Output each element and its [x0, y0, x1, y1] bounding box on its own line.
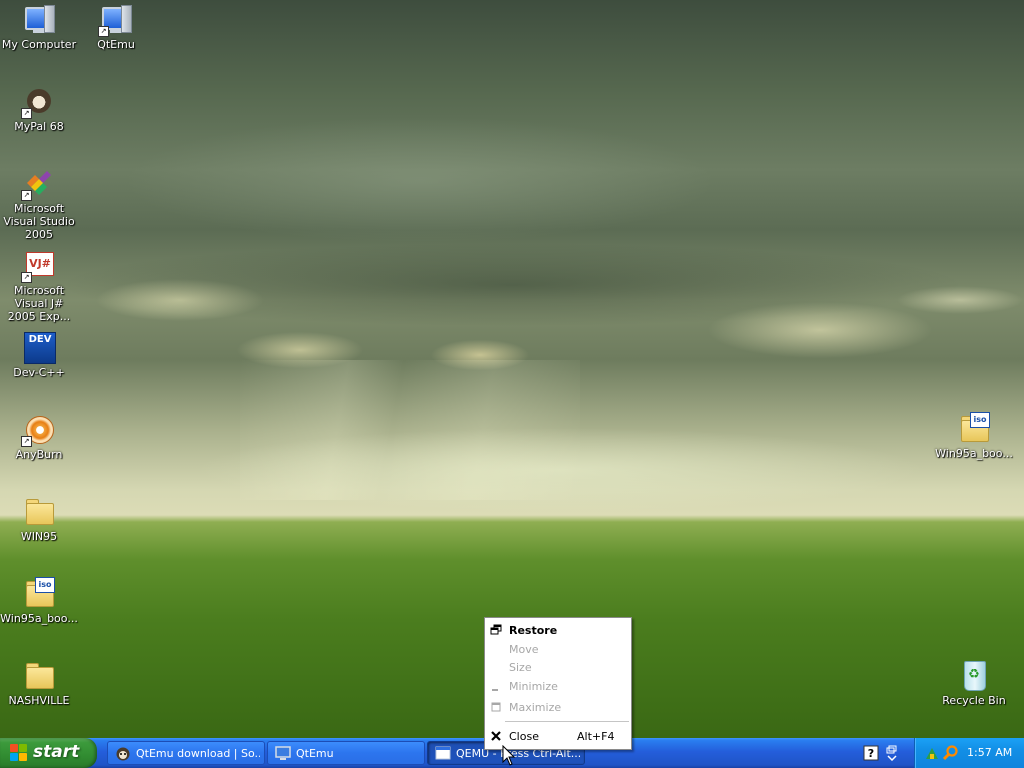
network-tray-icon[interactable] [924, 745, 940, 761]
svg-text:?: ? [868, 747, 874, 760]
folder-icon [23, 495, 55, 527]
menu-item-shortcut: Alt+F4 [577, 730, 615, 743]
desktop-icon-mypal[interactable]: ↗ MyPal 68 [0, 85, 78, 133]
desktop-icon-label: Microsoft Visual Studio 2005 [3, 202, 75, 241]
windows-flag-icon [10, 744, 28, 762]
help-icon[interactable]: ? [863, 745, 879, 761]
desktop-icon-label: Recycle Bin [942, 694, 1006, 707]
shortcut-arrow-icon: ↗ [21, 190, 32, 201]
desktop-icon-label: QtEmu [97, 38, 135, 51]
desktop-icon-nashville-folder[interactable]: NASHVILLE [0, 659, 78, 707]
desktop-icon-visual-studio[interactable]: ↗ Microsoft Visual Studio 2005 [0, 167, 78, 241]
menu-item-maximize[interactable]: Maximize [487, 698, 629, 717]
anyburn-disc-icon: ↗ [21, 413, 55, 447]
my-computer-icon [23, 3, 55, 35]
folder-icon [23, 659, 55, 691]
desktop-icon-win95-folder[interactable]: WIN95 [0, 495, 78, 543]
maximize-icon [491, 702, 501, 712]
close-x-icon [491, 731, 501, 741]
menu-item-label: Move [509, 643, 539, 656]
shortcut-arrow-icon: ↗ [21, 436, 32, 447]
mypal-raccoon-icon: ↗ [21, 85, 55, 119]
desktop-icon-anyburn[interactable]: ↗ AnyBurn [0, 413, 78, 461]
clock[interactable]: 1:57 AM [967, 746, 1012, 759]
shortcut-arrow-icon: ↗ [21, 108, 32, 119]
taskbar-button-label: QtEmu download | So... [136, 747, 260, 760]
desktop-icon-win95a-iso-right[interactable]: iso Win95a_boo... [935, 412, 1013, 460]
desktop-icon-label: Win95a_boo... [935, 447, 1013, 460]
desktop-icon-label: My Computer [1, 38, 77, 51]
wallpaper-sun-rays [240, 360, 580, 500]
menu-item-size[interactable]: Size [487, 658, 629, 677]
menu-item-restore[interactable]: Restore [487, 621, 629, 640]
system-tray: 1:57 AM [914, 738, 1024, 768]
desktop-icon-visual-jsharp[interactable]: VJ# ↗ Microsoft Visual J# 2005 Exp... [0, 249, 78, 323]
shortcut-arrow-icon: ↗ [98, 26, 109, 37]
desktop-icon-label: MyPal 68 [14, 120, 64, 133]
menu-item-label: Minimize [509, 680, 558, 693]
shortcut-arrow-icon: ↗ [21, 272, 32, 283]
menu-item-move[interactable]: Move [487, 640, 629, 659]
recycle-bin-icon: ♻ [958, 659, 990, 691]
menu-separator [505, 721, 629, 722]
mouse-cursor-icon [502, 745, 516, 766]
wallpaper-cloud-band [0, 230, 1024, 340]
desktop-icon-label: Microsoft Visual J# 2005 Exp... [7, 284, 71, 323]
iso-file-icon: iso [958, 412, 990, 444]
desktop-icon-qtemu[interactable]: ↗ QtEmu [77, 3, 155, 51]
minimize-icon [492, 689, 498, 691]
iso-file-icon: iso [23, 577, 55, 609]
desktop-icon-my-computer[interactable]: My Computer [0, 3, 78, 51]
browser-raccoon-icon [116, 747, 130, 761]
start-button[interactable]: start [0, 738, 97, 768]
visual-studio-icon: ↗ [21, 167, 55, 201]
desktop-icon-devcpp[interactable]: DEV Dev-C++ [0, 331, 78, 379]
menu-item-label: Close [509, 730, 539, 743]
search-magnifier-tray-icon[interactable] [943, 745, 959, 761]
menu-item-label: Maximize [509, 701, 562, 714]
desktop-icon-label: Dev-C++ [13, 366, 65, 379]
desktop-icon-label: AnyBurn [15, 448, 63, 461]
devcpp-icon: DEV [23, 331, 56, 364]
restore-chevron-icon[interactable] [885, 745, 899, 761]
menu-item-label: Size [509, 661, 532, 674]
window-icon [435, 746, 451, 760]
qtemu-icon: ↗ [98, 3, 132, 37]
taskbar-button-qtemu[interactable]: QtEmu [267, 741, 425, 765]
menu-item-minimize[interactable]: Minimize [487, 677, 629, 696]
restore-icon [490, 624, 502, 635]
desktop-icon-label: Win95a_boo... [0, 612, 78, 625]
taskbar-button-browser[interactable]: QtEmu download | So... [107, 741, 265, 765]
desktop-icon-win95a-iso[interactable]: iso Win95a_boo... [0, 577, 78, 625]
visual-jsharp-icon: VJ# ↗ [21, 249, 55, 283]
desktop-icon-label: NASHVILLE [8, 694, 70, 707]
qtemu-monitor-icon [275, 746, 291, 760]
desktop-icon-recycle-bin[interactable]: ♻ Recycle Bin [935, 659, 1013, 707]
menu-item-label: Restore [509, 624, 558, 637]
window-system-menu: Restore Move Size Minimize Maximize Clos… [484, 617, 632, 750]
taskbar-button-label: QtEmu [296, 747, 334, 760]
start-label: start [33, 742, 80, 762]
desktop-icon-label: WIN95 [20, 530, 58, 543]
taskbar-toolbar-icons: ? [858, 741, 908, 765]
menu-item-close[interactable]: Close Alt+F4 [487, 727, 629, 746]
